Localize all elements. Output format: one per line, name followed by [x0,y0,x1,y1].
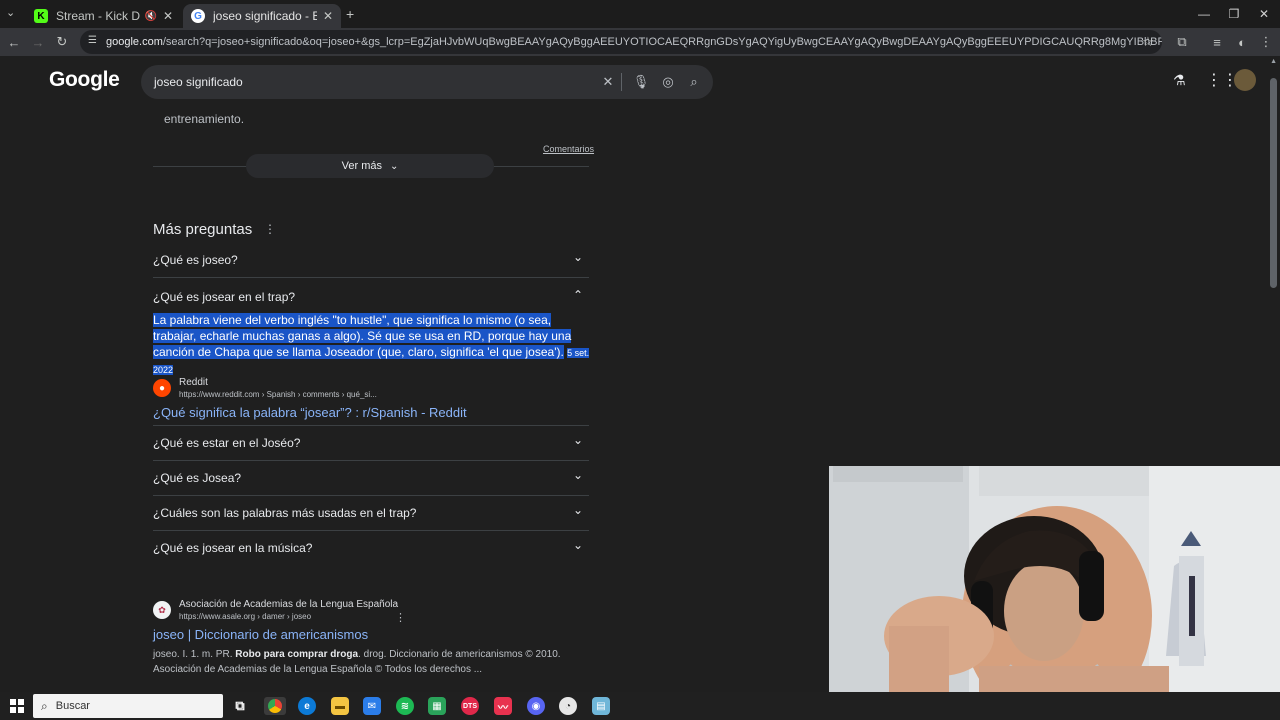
tab-title: joseo significado - Buscar con Google [213,9,317,23]
profile-icon[interactable]: ◐ [1232,32,1252,52]
chevron-down-icon[interactable]: ⌄ [573,250,583,264]
chevron-down-icon[interactable]: ⌄ [573,433,583,447]
paa-title: Más preguntas [153,221,253,238]
edge-icon[interactable]: e [298,697,316,715]
taskbar-search[interactable]: ⌕ Buscar [33,694,223,718]
new-tab-icon[interactable]: + [346,6,354,22]
chevron-down-icon[interactable]: ⌄ [573,468,583,482]
show-more-label: Ver más [341,160,382,172]
question-text: ¿Qué es joseo? [153,253,238,267]
app-icon-dts[interactable]: DTS [461,697,479,715]
close-window-icon[interactable]: ✕ [1248,0,1280,28]
scroll-up-icon[interactable]: ▲ [1270,58,1277,65]
snippet-text: joseo. I. 1. m. PR. [153,649,233,660]
source-url: https://www.reddit.com › Spanish › comme… [179,390,377,399]
mail-icon[interactable]: ✉ [363,697,381,715]
file-explorer-icon[interactable]: ▬ [331,697,349,715]
paa-options-icon[interactable]: ⋮ [264,222,276,236]
question-text: ¿Qué es Josea? [153,471,242,485]
menu-kebab-icon[interactable]: ⋮ [1256,32,1276,52]
account-avatar[interactable] [1234,69,1256,91]
question-text: ¿Qué es estar en el Joséo? [153,436,301,450]
result-snippet: joseo. I. 1. m. PR. Robo para comprar dr… [153,647,593,677]
close-tab-icon[interactable]: ✕ [163,9,173,23]
question-item[interactable]: ¿Qué es estar en el Joséo? ⌄ [153,426,589,461]
question-item-expanded[interactable]: ¿Qué es josear en el trap? ⌃ [153,278,589,313]
browser-toolbar: ← → ↻ ☰ google.com/search?q=joseo+signif… [0,28,1280,56]
source-url: https://www.asale.org › damer › joseo [179,612,312,621]
bookmark-star-icon[interactable]: ☆ [1138,32,1158,52]
result-options-icon[interactable]: ⋮ [395,611,406,624]
snippet-bold: Robo para comprar droga [235,649,359,660]
asale-favicon-icon: ✿ [153,601,171,619]
google-icon: G [191,9,205,23]
answer-text: La palabra viene del verbo inglés "to hu… [153,313,572,359]
result-title-link[interactable]: joseo | Diccionario de americanismos [153,627,368,642]
forward-icon[interactable]: → [28,32,48,52]
close-tab-icon[interactable]: ✕ [323,9,333,23]
notes-app-icon[interactable]: ▤ [592,697,610,715]
tab-title: Stream - Kick Dashboard [56,9,141,23]
question-item[interactable]: ¿Qué es joseo? ⌄ [153,243,589,278]
media-control-icon[interactable]: ≡ [1207,32,1227,52]
spotify-icon[interactable]: ≋ [396,697,414,715]
source-name: Asociación de Academias de la Lengua Esp… [179,599,399,610]
webcam-overlay [829,466,1280,720]
extensions-icon[interactable]: ⧉ [1172,32,1192,52]
discord-icon[interactable]: ◉ [527,697,545,715]
lens-camera-icon[interactable]: ◎ [659,73,677,91]
kick-icon: K [34,9,48,23]
chevron-down-icon[interactable]: ⌄ [573,538,583,552]
chevron-down-icon[interactable]: ⌄ [573,503,583,517]
microphone-icon[interactable]: 🎙 [632,73,650,91]
audio-app-icon[interactable]: 〰 [494,697,512,715]
labs-flask-icon[interactable]: ⚗ [1173,72,1186,89]
answer-link[interactable]: ¿Qué significa la palabra “josear”? : r/… [153,405,467,420]
question-text: ¿Qué es josear en el trap? [153,290,296,304]
show-more-button[interactable]: Ver más ⌄ [246,154,494,178]
windows-taskbar: ⌕ Buscar ⧉ e ▬ ✉ ≋ ▦ DTS 〰 ◉ ◔ ▤ [0,692,1280,720]
address-bar[interactable]: ☰ google.com/search?q=joseo+significado&… [80,30,1162,54]
search-icon: ⌕ [41,698,48,713]
chrome-icon[interactable] [264,697,286,715]
chevron-up-icon[interactable]: ⌃ [573,288,583,302]
scrollbar-thumb[interactable] [1270,78,1277,288]
muted-icon[interactable]: 🔇 [144,11,156,22]
url-path: /search?q=joseo+significado&oq=joseo+&gs… [162,36,1162,48]
question-item[interactable]: ¿Qué es Josea? ⌄ [153,461,589,496]
search-input[interactable]: joseo significado [154,75,243,89]
divider [621,73,622,91]
reddit-icon: ● [153,379,171,397]
snippet-tail: entrenamiento. [164,112,245,126]
source-name: Reddit [179,377,208,388]
google-logo[interactable]: Google [49,68,120,92]
minimize-icon[interactable]: — [1188,0,1220,28]
question-item[interactable]: ¿Qué es josear en la música? ⌄ [153,531,589,566]
obs-icon[interactable]: ◔ [559,697,577,715]
store-icon[interactable]: ▦ [428,697,446,715]
site-info-icon[interactable]: ☰ [88,35,97,46]
webcam-image [829,466,1280,720]
search-icon[interactable]: ⌕ [685,73,703,91]
chevron-down-icon: ⌄ [389,160,399,172]
comments-link[interactable]: Comentarios [543,144,594,154]
back-icon[interactable]: ← [4,32,24,52]
tab-strip: ⌄ K Stream - Kick Dashboard 🔇 ✕ G joseo … [0,0,1280,28]
tab-kick-dashboard[interactable]: K Stream - Kick Dashboard 🔇 ✕ [26,4,181,28]
restore-icon[interactable]: ❐ [1218,0,1250,28]
question-text: ¿Qué es josear en la música? [153,541,313,555]
question-item[interactable]: ¿Cuáles son las palabras más usadas en e… [153,496,589,531]
clear-icon[interactable]: ✕ [599,73,617,91]
search-box[interactable]: joseo significado ✕ 🎙 ◎ ⌕ [141,65,713,99]
tab-google-search[interactable]: G joseo significado - Buscar con Google … [183,4,341,28]
question-text: ¿Cuáles son las palabras más usadas en e… [153,506,417,520]
reload-icon[interactable]: ↻ [52,32,72,52]
taskbar-search-placeholder: Buscar [55,700,90,712]
tab-search-chevron-icon[interactable]: ⌄ [6,6,15,19]
windows-start-icon[interactable] [10,699,24,713]
answer-snippet: La palabra viene del verbo inglés "to hu… [153,312,593,378]
task-view-icon[interactable]: ⧉ [231,697,249,715]
url-domain: google.com [106,36,163,48]
